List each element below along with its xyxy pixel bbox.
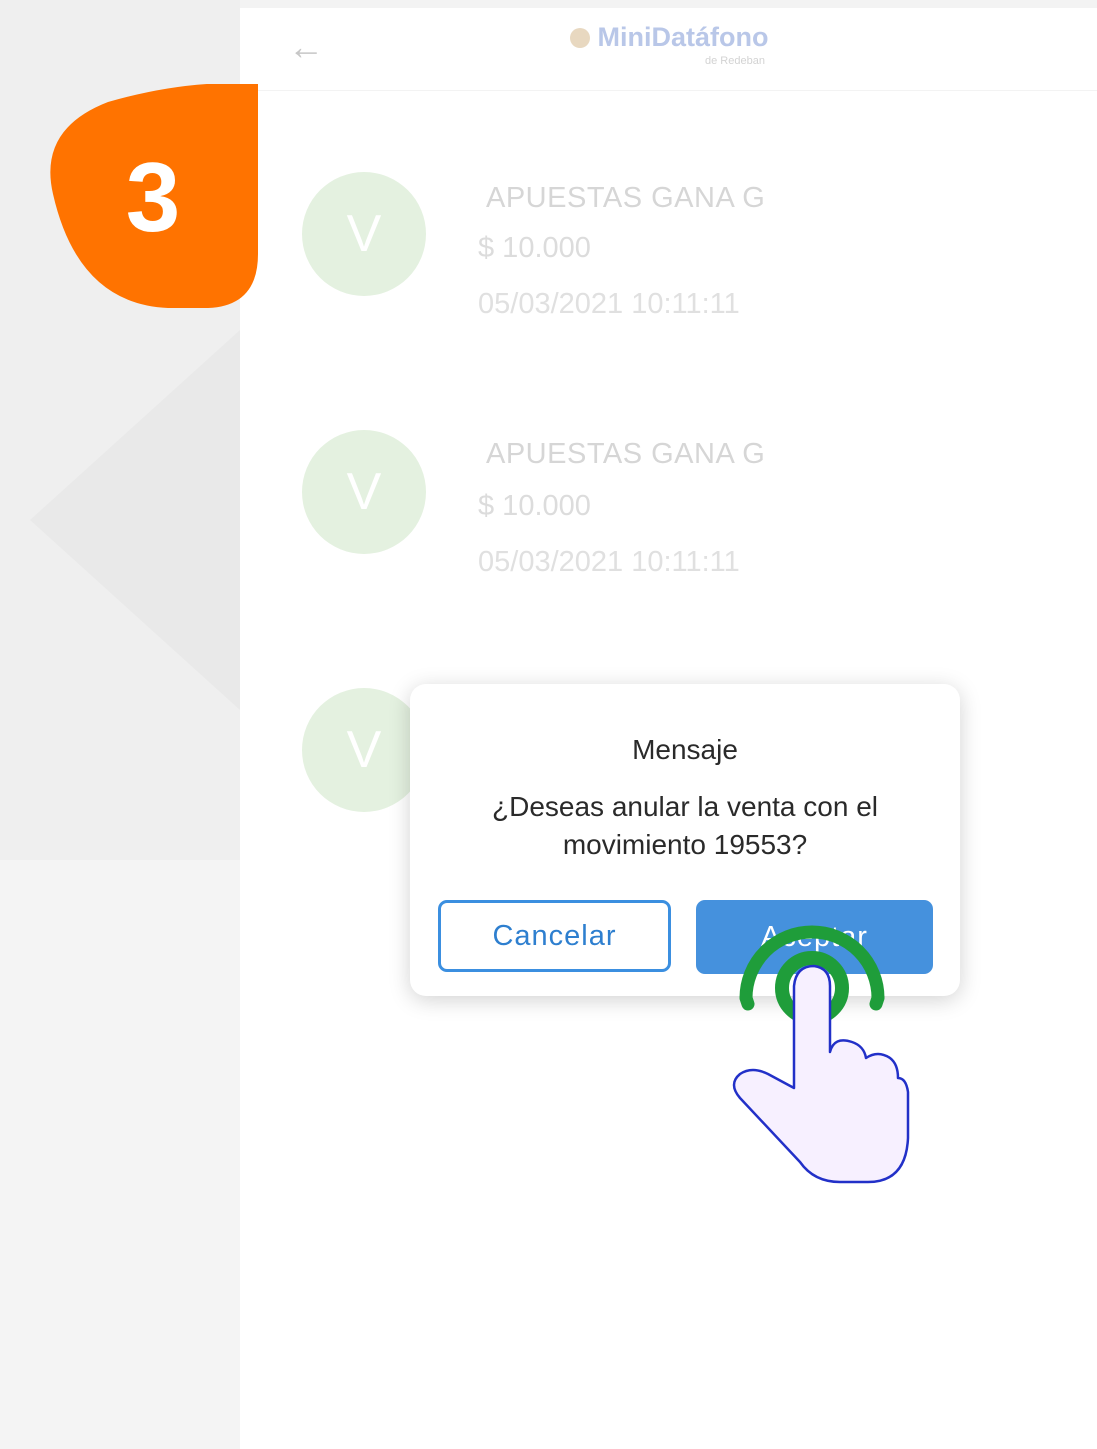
cancel-button[interactable]: Cancelar <box>438 900 671 972</box>
transaction-item[interactable]: V APUESTAS GANA G $ 10.000 05/03/2021 10… <box>240 168 1097 328</box>
transaction-avatar: V <box>302 172 426 296</box>
step-number: 3 <box>125 141 181 252</box>
transaction-datetime: 05/03/2021 10:11:11 <box>478 546 740 578</box>
step-badge: 3 <box>48 83 274 310</box>
transaction-avatar: V <box>302 430 426 554</box>
transaction-datetime: 05/03/2021 10:11:11 <box>478 288 740 320</box>
logo-subtext: de Redeban <box>705 55 765 67</box>
transaction-amount: $ 10.000 <box>478 490 591 522</box>
app-logo: MiniDatáfono <box>570 22 768 53</box>
app-header: ← MiniDatáfono de Redeban <box>240 8 1097 91</box>
phone-screen: ← MiniDatáfono de Redeban V APUESTAS GAN… <box>240 0 1097 1449</box>
back-arrow-icon[interactable]: ← <box>288 26 324 68</box>
transaction-avatar: V <box>302 688 426 812</box>
logo-mark-icon <box>570 27 590 48</box>
dialog-title: Mensaje <box>632 734 738 765</box>
background-panel-lower <box>0 860 240 1449</box>
transaction-amount: $ 10.000 <box>478 232 591 264</box>
status-bar <box>240 0 1097 8</box>
transaction-merchant: APUESTAS GANA G <box>486 438 766 470</box>
logo-text: MiniDatáfono <box>597 22 769 52</box>
transaction-item[interactable]: V APUESTAS GANA G $ 10.000 05/03/2021 10… <box>240 428 1097 588</box>
transaction-merchant: APUESTAS GANA G <box>486 182 766 214</box>
tap-hand-icon <box>732 925 910 1184</box>
dialog-message: ¿Deseas anular la venta con el movimient… <box>492 791 878 860</box>
